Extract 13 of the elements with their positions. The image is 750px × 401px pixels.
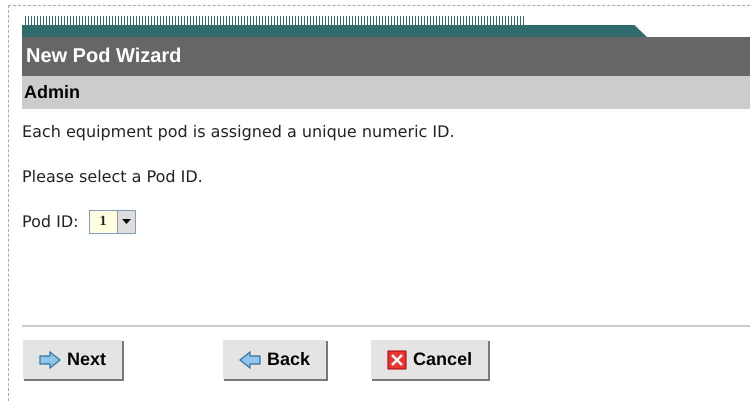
instruction-text: Please select a Pod ID. (22, 166, 204, 188)
dropdown-icon (116, 210, 135, 232)
back-button[interactable]: Back (222, 339, 326, 379)
cancel-button[interactable]: Cancel (370, 339, 488, 379)
wizard-title: New Pod Wizard (22, 37, 750, 76)
pod-id-select[interactable]: 1 (88, 210, 136, 234)
section-title: Admin (22, 76, 750, 109)
left-arrow-icon (239, 350, 262, 368)
close-icon (387, 350, 408, 370)
right-arrow-icon (39, 350, 61, 368)
instruction-text: Each equipment pod is assigned a unique numeric ID. (22, 121, 456, 143)
next-button[interactable]: Next (22, 339, 122, 379)
pod-id-label: Pod ID: (22, 210, 79, 232)
